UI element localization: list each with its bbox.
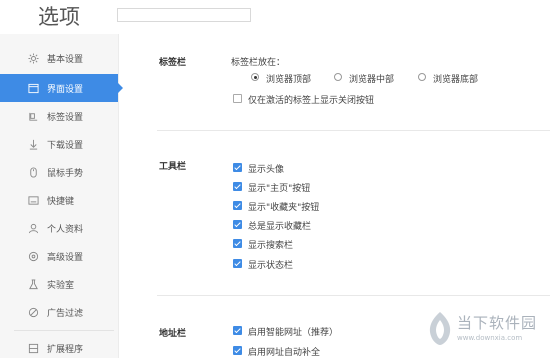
mouse-icon xyxy=(27,166,39,178)
person-icon xyxy=(27,222,39,234)
tabbar-position-label: 标签栏放在： xyxy=(231,58,286,68)
radio-position-middle[interactable] xyxy=(334,73,342,81)
download-icon xyxy=(27,138,39,150)
gear-icon xyxy=(27,52,39,64)
page-title: 选项 xyxy=(38,5,80,29)
sidebar: 基本设置 界面设置 标签设置 下载设置 鼠标手势 快捷键 个人资料 高级设置 实… xyxy=(0,34,123,358)
sidebar-divider xyxy=(14,330,114,331)
checkbox-show-home[interactable] xyxy=(233,182,242,191)
checkbox-label: 显示头像 xyxy=(248,165,285,175)
sidebar-item-label: 快捷键 xyxy=(47,196,75,207)
header: 选项 xyxy=(0,0,550,34)
radio-position-top[interactable] xyxy=(251,73,259,81)
sidebar-item-label: 鼠标手势 xyxy=(47,168,84,179)
sidebar-item-lab[interactable]: 实验室 xyxy=(0,270,118,298)
sidebar-item-tabs[interactable]: 标签设置 xyxy=(0,102,118,130)
radio-label-middle: 浏览器中部 xyxy=(349,75,395,85)
keyboard-icon xyxy=(27,194,39,206)
sidebar-item-label: 界面设置 xyxy=(47,84,84,95)
checkbox-label: 启用智能网址（推荐） xyxy=(248,328,339,338)
section-title-tabbar: 标签栏 xyxy=(159,58,187,68)
checkbox-label: 总是显示收藏栏 xyxy=(248,222,312,232)
checkbox-url-autocomplete[interactable] xyxy=(233,346,242,355)
extension-icon xyxy=(27,342,39,354)
search-input[interactable] xyxy=(117,8,251,22)
radio-label-top: 浏览器顶部 xyxy=(266,75,312,85)
sidebar-item-mouse[interactable]: 鼠标手势 xyxy=(0,158,118,186)
checkbox-smart-url[interactable] xyxy=(233,326,242,335)
checkbox-label: 启用网址自动补全 xyxy=(248,348,321,358)
sidebar-item-shortcuts[interactable]: 快捷键 xyxy=(0,186,118,214)
checkbox-label: 显示"主页"按钮 xyxy=(248,184,311,194)
advanced-icon xyxy=(27,250,39,262)
sidebar-item-label: 下载设置 xyxy=(47,140,84,151)
section-divider xyxy=(157,295,550,296)
block-icon xyxy=(27,306,39,318)
checkbox-label: 显示"收藏夹"按钮 xyxy=(248,203,320,213)
sidebar-item-label: 个人资料 xyxy=(47,224,84,235)
sidebar-item-label: 标签设置 xyxy=(47,112,84,123)
checkbox-show-statusbar[interactable] xyxy=(233,259,242,268)
section-title-toolbar: 工具栏 xyxy=(159,162,187,172)
sidebar-item-label: 扩展程序 xyxy=(47,344,84,355)
checkbox-always-show-bookmarks[interactable] xyxy=(233,220,242,229)
radio-label-bottom: 浏览器底部 xyxy=(433,75,479,85)
checkbox-show-searchbar[interactable] xyxy=(233,239,242,248)
sidebar-item-profile[interactable]: 个人资料 xyxy=(0,214,118,242)
checkbox-label-close-btn: 仅在激活的标签上显示关闭按钮 xyxy=(248,96,375,106)
watermark: 当下软件园 www.downxia.com xyxy=(425,310,550,354)
section-divider xyxy=(157,130,550,131)
tab-icon xyxy=(27,110,39,122)
watermark-title: 当下软件园 xyxy=(457,314,538,332)
checkbox-show-avatar[interactable] xyxy=(233,163,242,172)
checkbox-label: 显示搜索栏 xyxy=(248,241,294,251)
checkbox-close-btn-active-only[interactable] xyxy=(233,94,242,103)
lab-icon xyxy=(27,278,39,290)
checkbox-label: 显示状态栏 xyxy=(248,261,294,271)
sidebar-item-label: 实验室 xyxy=(47,280,75,291)
sidebar-item-label: 基本设置 xyxy=(47,54,84,65)
sidebar-item-interface[interactable]: 界面设置 xyxy=(0,74,123,102)
sidebar-item-label: 广告过滤 xyxy=(47,308,84,319)
sidebar-item-advanced[interactable]: 高级设置 xyxy=(0,242,118,270)
window-icon xyxy=(27,82,39,94)
sidebar-item-basic[interactable]: 基本设置 xyxy=(0,44,118,72)
sidebar-item-download[interactable]: 下载设置 xyxy=(0,130,118,158)
watermark-url: www.downxia.com xyxy=(457,334,523,342)
watermark-logo-icon xyxy=(429,312,451,345)
section-title-addressbar: 地址栏 xyxy=(159,329,187,339)
checkbox-show-favorites[interactable] xyxy=(233,201,242,210)
radio-position-bottom[interactable] xyxy=(418,73,426,81)
sidebar-item-label: 高级设置 xyxy=(47,252,84,263)
sidebar-item-adblock[interactable]: 广告过滤 xyxy=(0,298,118,326)
